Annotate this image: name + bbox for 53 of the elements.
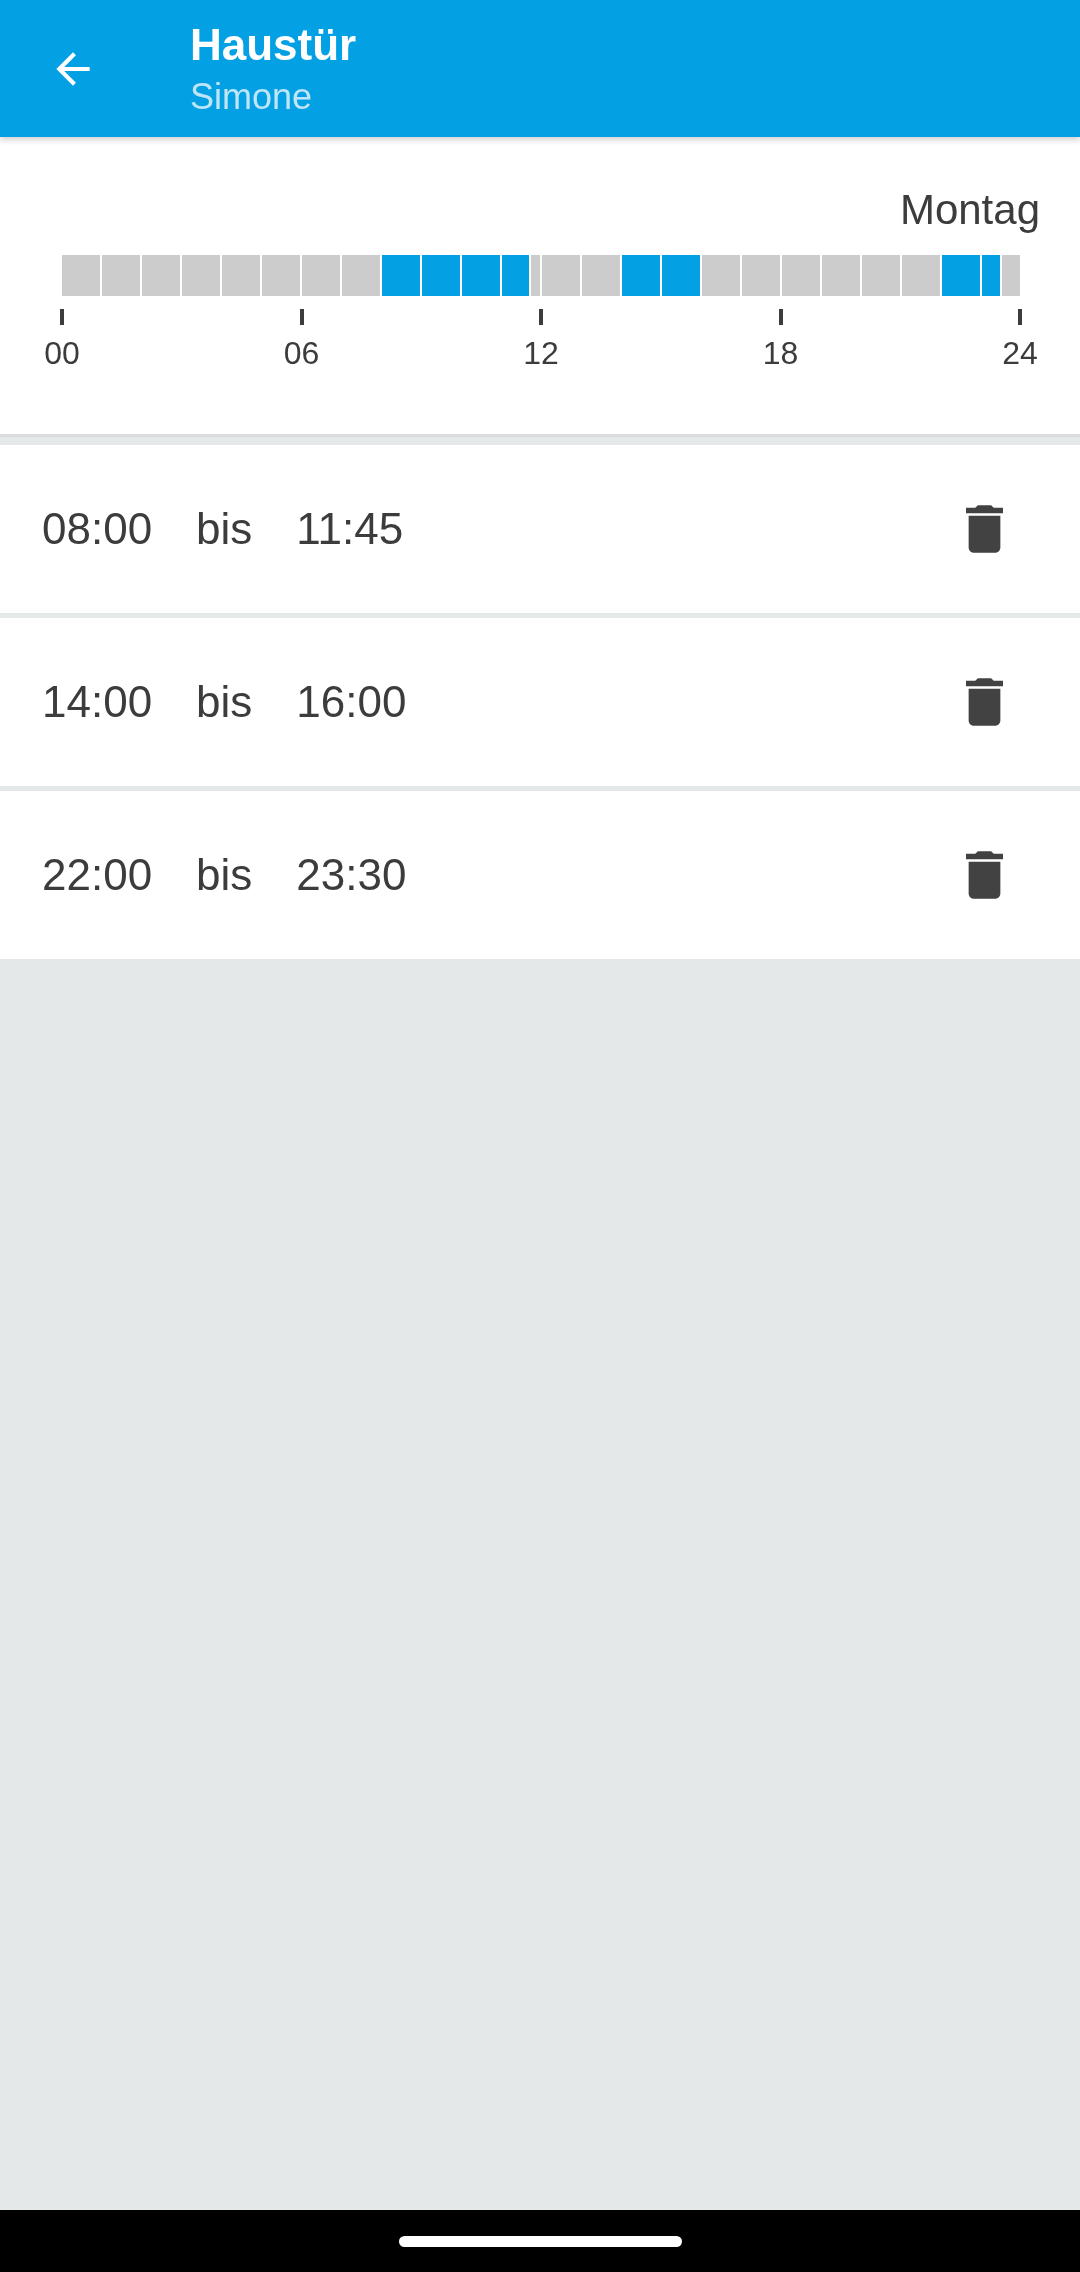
- separator-text: bis: [196, 504, 253, 554]
- hour-cell: [622, 255, 660, 296]
- hour-cell: [342, 255, 380, 296]
- tick-mark: [60, 309, 64, 325]
- hour-cell: [62, 255, 100, 296]
- interval-row[interactable]: 22:00 bis 23:30: [0, 791, 1080, 959]
- hour-cell: [862, 255, 900, 296]
- interval-row[interactable]: 08:00 bis 11:45: [0, 445, 1080, 613]
- hour-cell: [182, 255, 220, 296]
- hour-cell: [702, 255, 740, 296]
- home-handle-icon[interactable]: [398, 2235, 682, 2247]
- tick-mark: [778, 309, 783, 325]
- hour-cell: [742, 255, 780, 296]
- start-time: 08:00: [42, 504, 153, 554]
- hour-cell: [782, 255, 820, 296]
- end-time: 16:00: [296, 677, 407, 727]
- tick-mark: [539, 309, 543, 325]
- start-time: 22:00: [42, 850, 153, 900]
- tick-label: 00: [44, 335, 80, 372]
- separator-text: bis: [196, 677, 253, 727]
- hour-cell: [102, 255, 140, 296]
- hour-cell: [822, 255, 860, 296]
- hour-cell: [262, 255, 300, 296]
- end-time: 11:45: [296, 504, 404, 554]
- tick-mark: [1018, 309, 1022, 325]
- start-time: 14:00: [42, 677, 153, 727]
- hour-cell: [462, 255, 500, 296]
- interval-row[interactable]: 14:00 bis 16:00: [0, 618, 1080, 786]
- separator-text: bis: [196, 850, 253, 900]
- hour-cell: [142, 255, 180, 296]
- hour-cell: [902, 255, 940, 296]
- hour-cell: [302, 255, 340, 296]
- hour-cell: [222, 255, 260, 296]
- tick-label: 12: [523, 335, 559, 372]
- delete-icon[interactable]: [966, 678, 1003, 726]
- tick-label: 18: [762, 335, 799, 372]
- hour-cell: [662, 255, 700, 296]
- hour-cell: [942, 255, 980, 296]
- tick-mark: [299, 309, 304, 325]
- end-time: 23:30: [296, 850, 407, 900]
- screen-subtitle: Simone: [190, 74, 314, 119]
- hour-cell: [542, 255, 580, 296]
- delete-icon[interactable]: [966, 851, 1003, 899]
- day-label: Montag: [899, 185, 1040, 235]
- delete-icon[interactable]: [966, 505, 1003, 553]
- hour-cell: [502, 255, 540, 296]
- hour-cell: [982, 255, 1020, 296]
- screen-title: Haustür: [190, 18, 357, 71]
- tick-label: 06: [283, 335, 320, 372]
- hour-cell: [422, 255, 460, 296]
- hour-cell: [582, 255, 620, 296]
- hour-cell: [382, 255, 420, 296]
- tick-label: 24: [1002, 335, 1038, 372]
